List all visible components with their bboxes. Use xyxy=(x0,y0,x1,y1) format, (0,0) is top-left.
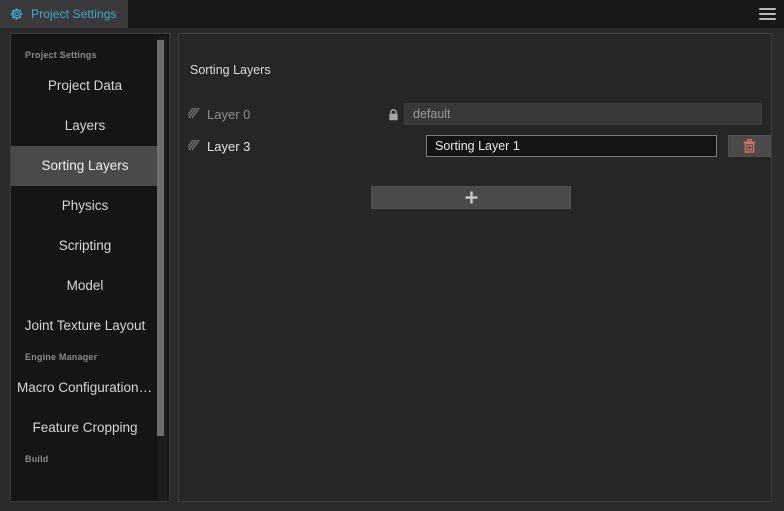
hamburger-menu-icon[interactable] xyxy=(750,0,784,28)
sidebar-nav-list: Project Settings Project Data Layers Sortin… xyxy=(11,34,159,470)
sorting-layer-row: Layer 3 Sorting Layer 1 xyxy=(179,130,771,162)
layer-name-input[interactable]: Sorting Layer 1 xyxy=(426,135,718,157)
hamburger-line xyxy=(758,8,776,10)
sorting-layer-row: Layer 0 default xyxy=(179,98,771,130)
lock-slot xyxy=(382,108,404,121)
drag-handle-icon[interactable] xyxy=(185,105,200,123)
plus-icon xyxy=(465,191,478,204)
sidebar-section-header: Build xyxy=(25,454,49,464)
hamburger-line xyxy=(758,13,776,15)
gear-icon xyxy=(10,7,24,21)
sidebar-item-sorting-layers[interactable]: Sorting Layers xyxy=(11,146,159,186)
drag-handle-icon[interactable] xyxy=(185,137,200,155)
tab-bar: Project Settings xyxy=(0,0,784,28)
layer-index-label: Layer 3 xyxy=(207,138,251,154)
sidebar-scrollbar-track[interactable] xyxy=(157,36,167,501)
trash-icon xyxy=(743,138,756,153)
page-title: Sorting Layers xyxy=(190,63,271,77)
sidebar-item-model[interactable]: Model xyxy=(11,266,159,306)
sidebar-item-joint-texture-layout[interactable]: Joint Texture Layout xyxy=(11,306,159,346)
lock-icon xyxy=(388,108,399,121)
layer-name-input-readonly: default xyxy=(404,103,762,125)
sidebar: Project Settings Project Data Layers Sortin… xyxy=(10,33,170,502)
hamburger-line xyxy=(758,18,776,20)
sidebar-scrollbar-thumb[interactable] xyxy=(157,40,164,436)
sidebar-section-header: Engine Manager xyxy=(25,352,98,362)
sidebar-item-macro-configurations[interactable]: Macro Configurations… xyxy=(11,368,159,408)
tab-label: Project Settings xyxy=(31,7,117,21)
delete-layer-button[interactable] xyxy=(728,135,771,157)
sidebar-item-physics[interactable]: Physics xyxy=(11,186,159,226)
tab-project-settings[interactable]: Project Settings xyxy=(0,0,128,28)
layer-index-label: Layer 0 xyxy=(207,106,251,122)
sidebar-item-scripting[interactable]: Scripting xyxy=(11,226,159,266)
tab-bar-filler xyxy=(128,0,750,28)
main-panel: Sorting Layers Layer 0 default Layer 3 Sort… xyxy=(178,33,772,502)
sidebar-item-feature-cropping[interactable]: Feature Cropping xyxy=(11,408,159,448)
tab-bar-underline xyxy=(0,28,784,32)
sidebar-item-layers[interactable]: Layers xyxy=(11,106,159,146)
sorting-layer-list: Layer 0 default Layer 3 Sorting Layer 1 xyxy=(179,98,771,162)
sidebar-item-project-data[interactable]: Project Data xyxy=(11,66,159,106)
add-layer-button[interactable] xyxy=(371,186,571,209)
sidebar-section-header: Project Settings xyxy=(25,50,97,60)
